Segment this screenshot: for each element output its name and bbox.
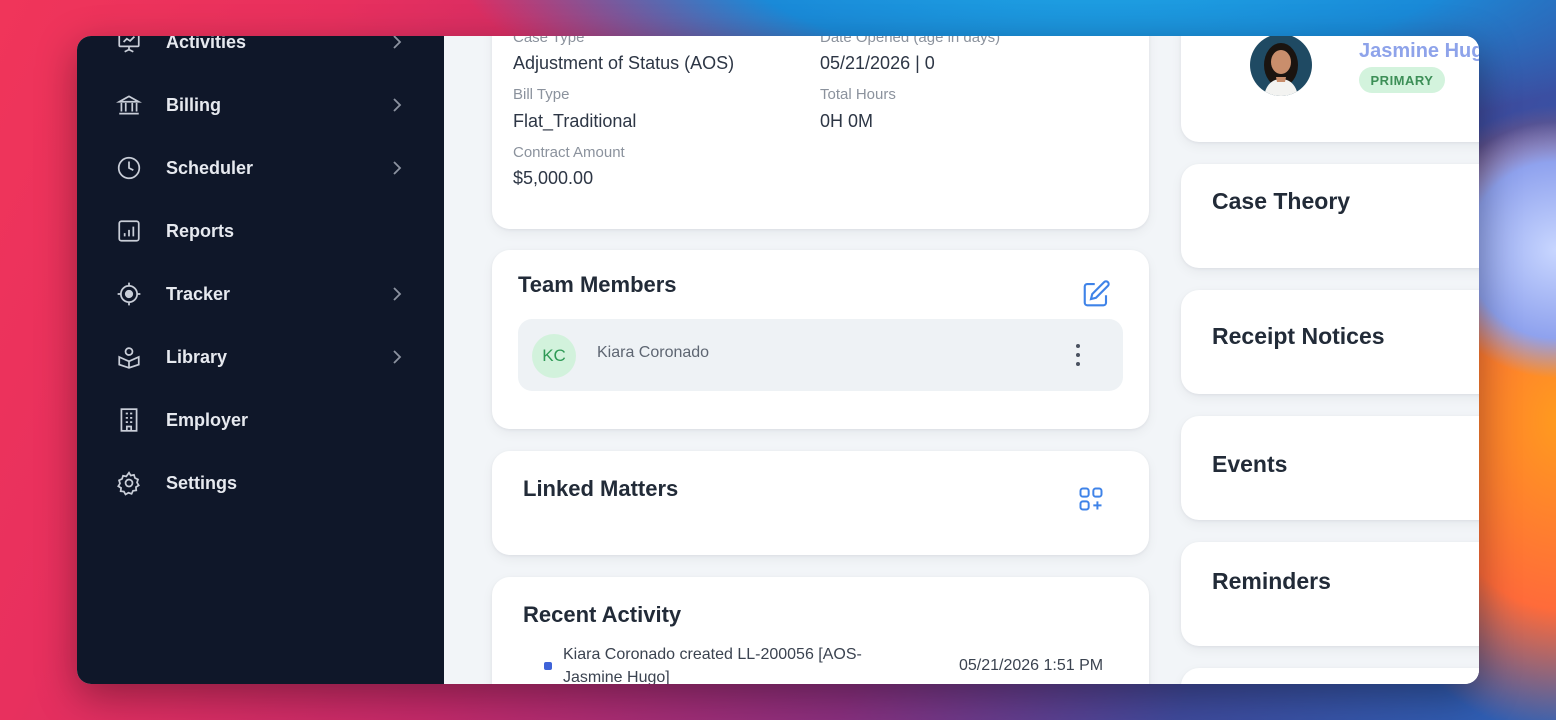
linked-matters-card: Linked Matters <box>492 451 1149 555</box>
primary-badge: PRIMARY <box>1359 67 1445 93</box>
clock-icon <box>115 154 143 182</box>
recent-activity-title: Recent Activity <box>523 602 682 627</box>
sidebar-item-activities[interactable]: Activities <box>77 36 444 67</box>
case-theory-card[interactable]: Case Theory <box>1181 164 1479 268</box>
total-hours-value: 0H 0M <box>820 111 874 131</box>
events-card[interactable]: Events <box>1181 416 1479 520</box>
sidebar: Activities Billing Scheduler Reports Tra… <box>77 36 444 684</box>
sidebar-item-reports[interactable]: Reports <box>77 206 444 256</box>
member-name: Kiara Coronado <box>597 344 710 361</box>
sidebar-item-label: Scheduler <box>166 157 254 178</box>
activity-text: Kiara Coronado created LL-200056 [AOS-Ja… <box>563 646 862 684</box>
sidebar-item-settings[interactable]: Settings <box>77 458 444 508</box>
client-card: Jasmine Hugo PRIMARY <box>1181 36 1479 142</box>
bank-icon <box>115 91 143 119</box>
team-member-row[interactable]: KC Kiara Coronado <box>518 319 1123 391</box>
add-grid-icon[interactable] <box>1077 485 1105 513</box>
team-members-title: Team Members <box>518 272 677 297</box>
main-content: Case Type Adjustment of Status (AOS) Dat… <box>444 36 1479 684</box>
chevron-right-icon <box>389 97 405 113</box>
contract-amount-label: Contract Amount <box>513 144 625 161</box>
sidebar-item-billing[interactable]: Billing <box>77 80 444 130</box>
client-name[interactable]: Jasmine Hugo <box>1359 40 1479 63</box>
sidebar-item-scheduler[interactable]: Scheduler <box>77 143 444 193</box>
sidebar-item-label: Reports <box>166 220 235 241</box>
total-hours-label: Total Hours <box>820 86 896 103</box>
sidebar-item-label: Library <box>166 346 228 367</box>
reminders-card[interactable]: Reminders <box>1181 542 1479 646</box>
contract-amount-value: $5,000.00 <box>513 168 594 188</box>
chevron-right-icon <box>389 160 405 176</box>
report-chart-icon <box>115 217 143 245</box>
target-icon <box>115 280 143 308</box>
activity-time: 05/21/2026 1:51 PM <box>959 657 1104 674</box>
book-icon <box>115 343 143 371</box>
sidebar-item-label: Activities <box>166 36 247 52</box>
receipt-notices-title: Receipt Notices <box>1212 323 1385 349</box>
recent-activity-card: Recent Activity Kiara Coronado created L… <box>492 577 1149 684</box>
gear-icon <box>115 469 143 497</box>
app-window: Activities Billing Scheduler Reports Tra… <box>77 36 1479 684</box>
events-title: Events <box>1212 451 1288 477</box>
next-panel-card[interactable] <box>1181 668 1479 684</box>
sidebar-item-tracker[interactable]: Tracker <box>77 269 444 319</box>
sidebar-item-label: Billing <box>166 94 221 115</box>
bill-type-value: Flat_Traditional <box>513 111 637 131</box>
avatar-initials: KC <box>532 334 576 378</box>
presentation-icon <box>115 36 143 56</box>
chevron-right-icon <box>389 36 405 50</box>
reminders-title: Reminders <box>1212 568 1331 594</box>
case-type-value: Adjustment of Status (AOS) <box>513 53 735 73</box>
linked-matters-title: Linked Matters <box>523 476 679 501</box>
team-members-card: Team Members KC Kiara Coronado <box>492 250 1149 429</box>
case-details-card: Case Type Adjustment of Status (AOS) Dat… <box>492 36 1149 229</box>
sidebar-item-employer[interactable]: Employer <box>77 395 444 445</box>
more-options-icon[interactable] <box>1071 341 1085 369</box>
chevron-right-icon <box>389 286 405 302</box>
client-avatar[interactable] <box>1250 36 1312 96</box>
edit-icon[interactable] <box>1081 279 1111 309</box>
bill-type-label: Bill Type <box>513 86 570 103</box>
sidebar-item-label: Settings <box>166 472 238 493</box>
sidebar-item-label: Employer <box>166 409 249 430</box>
date-opened-value: 05/21/2026 | 0 <box>820 53 935 73</box>
case-type-label: Case Type <box>513 36 585 46</box>
building-icon <box>115 406 143 434</box>
case-theory-title: Case Theory <box>1212 188 1351 214</box>
date-opened-label: Date Opened (age in days) <box>820 36 1001 46</box>
receipt-notices-card[interactable]: Receipt Notices <box>1181 290 1479 394</box>
chevron-right-icon <box>389 349 405 365</box>
activity-bullet <box>544 662 552 670</box>
sidebar-item-library[interactable]: Library <box>77 332 444 382</box>
sidebar-item-label: Tracker <box>166 283 231 304</box>
